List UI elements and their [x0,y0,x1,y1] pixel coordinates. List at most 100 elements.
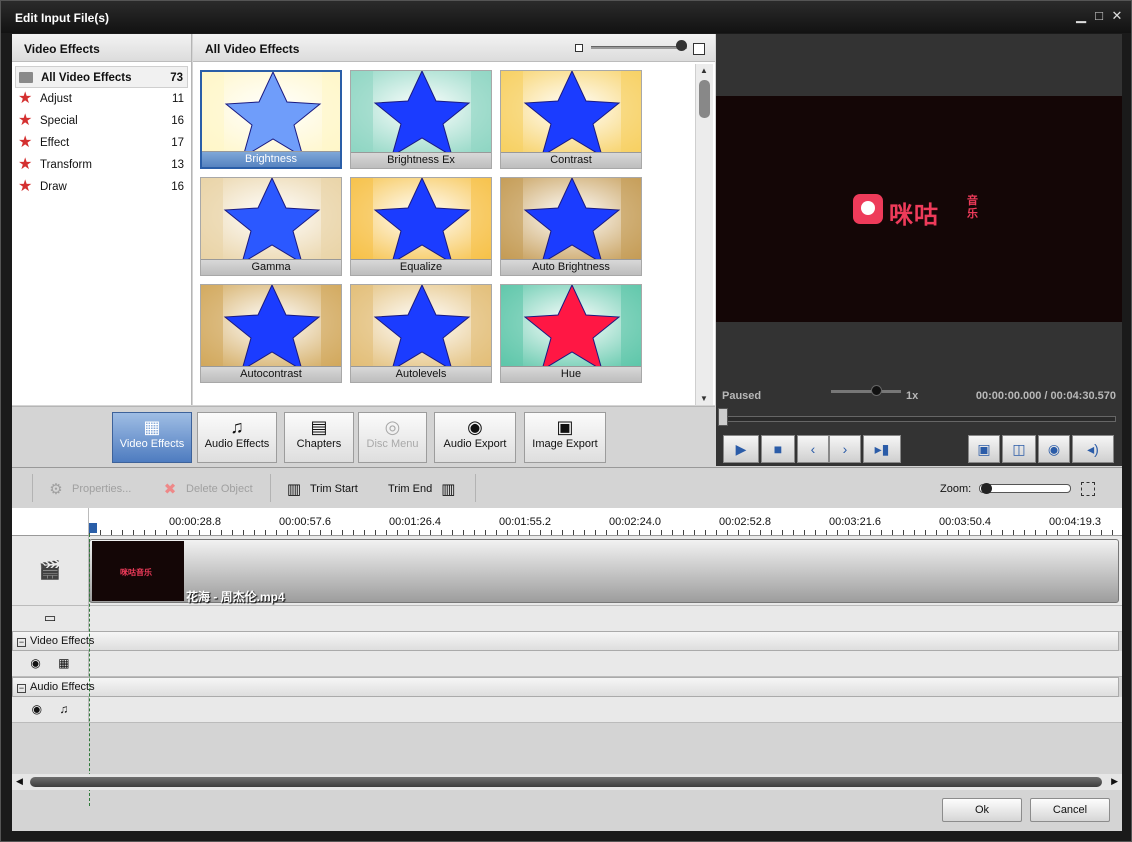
trim-start-button[interactable]: ▥ Trim Start [284,480,358,498]
jump-end-icon[interactable]: ▸▮ [863,435,901,463]
logo-text: 咪咕 [889,202,939,229]
clapper-icon: 🎬 [38,560,62,580]
audio-effects-track[interactable] [89,697,1122,723]
delete-object-button[interactable]: ✖ Delete Object [160,480,253,498]
aspect-icon[interactable]: ▣ [968,435,1000,463]
effect-tile-equalize[interactable]: Equalize [350,177,492,276]
playhead-marker[interactable] [89,523,97,533]
effect-thumbnail [201,178,341,261]
ok-button[interactable]: Ok [942,798,1022,822]
trim-end-button[interactable]: Trim End ▥ [388,480,458,498]
category-item-effect[interactable]: ★ Effect 17 [15,132,188,154]
effects-panel-header: All Video Effects [193,34,715,62]
category-item-all-video-effects[interactable]: All Video Effects 73 [15,66,188,88]
scroll-down-icon[interactable]: ▼ [700,394,708,403]
play-icon[interactable]: ▶ [723,435,759,463]
category-count: 11 [172,93,184,105]
volume-icon[interactable]: ◂) [1072,435,1114,463]
video-effects-group[interactable]: − Video Effects [12,631,1119,651]
timeline-scrollbar[interactable]: ◀ ▶ [12,774,1122,790]
effect-tile-hue[interactable]: Hue [500,284,642,383]
time-ruler[interactable]: 00:00:28.8 00:00:57.6 00:01:26.4 00:01:55.2… [89,508,1122,536]
effect-tile-gamma[interactable]: Gamma [200,177,342,276]
tab-disc-menu[interactable]: ◎ Disc Menu [358,412,427,463]
effect-label: Contrast [501,152,641,168]
effect-tile-brightness-ex[interactable]: Brightness Ex [350,70,492,169]
audio-effects-track-header: ◉ ♫ [12,697,89,723]
effect-label: Gamma [201,259,341,275]
tab-audio-export[interactable]: ◉ Audio Export [434,412,516,463]
music-note-icon: ♫ [230,417,244,437]
video-effects-track-header: ◉ ▦ [12,651,89,677]
speed-slider-knob[interactable] [871,385,882,396]
zoom-fit-icon[interactable] [1081,482,1095,496]
star-icon: ★ [18,134,33,151]
scroll-left-icon[interactable]: ◀ [16,776,23,787]
category-item-transform[interactable]: ★ Transform 13 [15,154,188,176]
category-label: Adjust [40,93,72,105]
effect-label: Brightness Ex [351,152,491,168]
visibility-eye-icon[interactable]: ◉ [32,702,42,716]
effect-thumbnail [501,71,641,154]
audio-effects-group[interactable]: − Audio Effects [12,677,1119,697]
effect-thumbnail [351,285,491,368]
effects-panel: All Video Effects Brightness Brightness E… [193,34,715,405]
zoom-slider-knob[interactable] [981,483,992,494]
ruler-time-label: 00:03:21.6 [829,516,881,528]
effect-tile-contrast[interactable]: Contrast [500,70,642,169]
seek-knob[interactable] [718,408,728,426]
ruler-time-label: 00:01:55.2 [499,516,551,528]
effect-tile-autocontrast[interactable]: Autocontrast [200,284,342,383]
video-track: 咪咕音乐 花海 - 周杰伦.mp4 [89,536,1122,606]
next-frame-icon[interactable]: › [829,435,861,463]
tab-audio-effects[interactable]: ♫ Audio Effects [197,412,277,463]
subtitle-track[interactable] [89,606,1122,632]
tab-image-export[interactable]: ▣ Image Export [524,412,606,463]
properties-button[interactable]: ⚙ Properties... [46,480,131,498]
small-thumbnail-icon[interactable] [575,44,583,52]
ruler-time-label: 00:00:28.8 [169,516,221,528]
category-item-adjust[interactable]: ★ Adjust 11 [15,88,188,110]
maximize-icon[interactable]: □ [1091,8,1107,24]
effects-scrollbar[interactable]: ▲ ▼ [695,64,713,405]
cancel-button[interactable]: Cancel [1030,798,1110,822]
star-icon: ★ [18,90,33,107]
large-thumbnail-icon[interactable] [693,43,705,55]
film-strip-icon: ▤ [310,417,328,437]
collapse-icon[interactable]: − [17,684,26,693]
category-count: 13 [171,159,184,171]
close-icon[interactable]: ✕ [1109,8,1125,24]
fullscreen-icon[interactable]: ◫ [1002,435,1036,463]
minimize-icon[interactable]: ▁ [1073,8,1089,24]
visibility-eye-icon[interactable]: ◉ [30,656,40,670]
effect-thumbnail [201,285,341,368]
scrollbar-thumb[interactable] [699,80,710,118]
thumbnail-size-knob[interactable] [676,40,687,51]
effect-tile-autolevels[interactable]: Autolevels [350,284,492,383]
thumbnail-size-slider[interactable] [591,46,687,49]
tab-chapters[interactable]: ▤ Chapters [284,412,354,463]
effect-tile-brightness[interactable]: Brightness [200,70,342,169]
effect-tile-auto-brightness[interactable]: Auto Brightness [500,177,642,276]
category-label: Transform [40,159,92,171]
category-label: Effect [40,137,70,149]
collapse-icon[interactable]: − [17,638,26,647]
seek-bar[interactable] [722,416,1116,422]
category-item-draw[interactable]: ★ Draw 16 [15,176,188,198]
video-effects-track[interactable] [89,651,1122,677]
snapshot-icon[interactable]: ◉ [1038,435,1070,463]
disc-icon: ◎ [384,417,401,437]
category-item-special[interactable]: ★ Special 16 [15,110,188,132]
tab-video-effects[interactable]: ▦ Video Effects [112,412,192,463]
scrollbar-thumb[interactable] [30,777,1102,787]
stop-icon[interactable]: ■ [761,435,795,463]
speed-slider[interactable] [831,390,901,393]
scroll-right-icon[interactable]: ▶ [1111,776,1118,787]
scroll-up-icon[interactable]: ▲ [700,66,708,75]
video-clip[interactable]: 咪咕音乐 花海 - 周杰伦.mp4 [89,539,1119,604]
zoom-slider[interactable] [979,484,1071,493]
previous-frame-icon[interactable]: ‹ [797,435,829,463]
ruler-time-label: 00:00:57.6 [279,516,331,528]
tab-label: Image Export [532,438,598,450]
film-effects-icon: ▦ [58,656,70,670]
